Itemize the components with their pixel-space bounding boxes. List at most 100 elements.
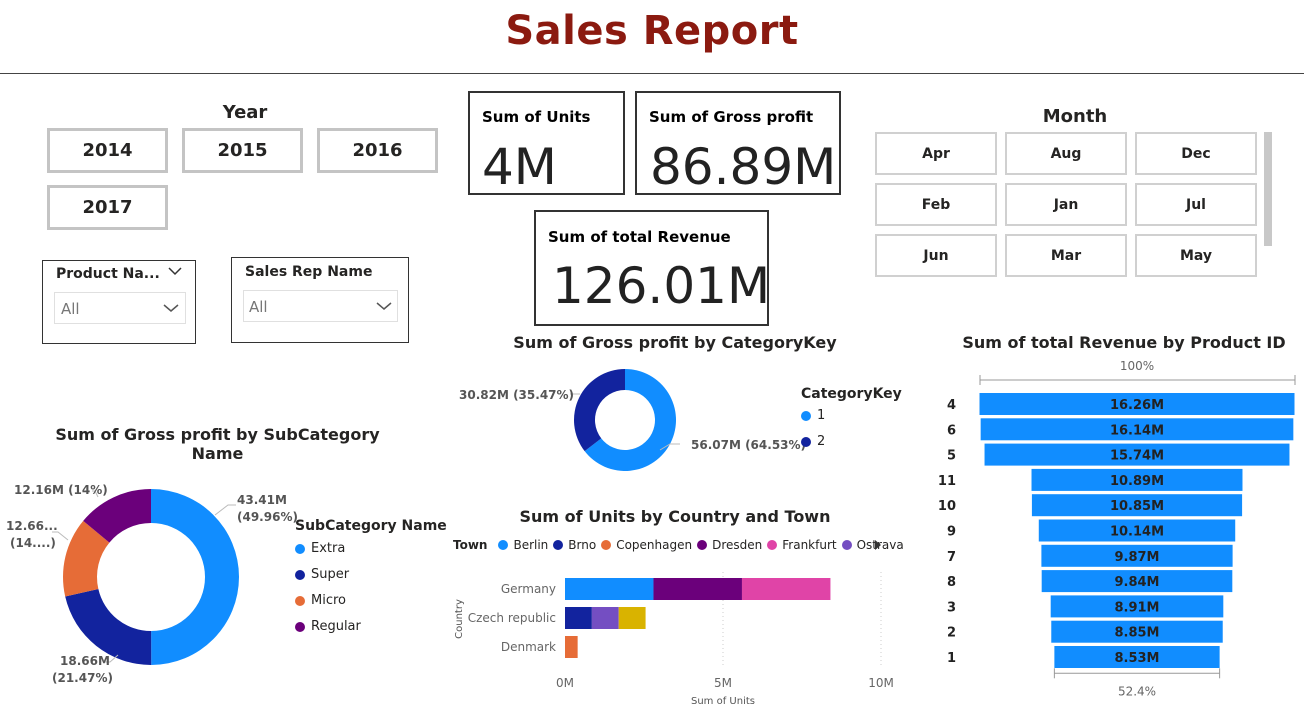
legend-dot: [601, 540, 612, 550]
funnel-category-label: 4: [947, 398, 956, 413]
year-button-2015[interactable]: 2015: [182, 128, 303, 173]
legend-dot: [295, 595, 305, 606]
product-name-select[interactable]: All: [54, 292, 186, 324]
month-button-jul[interactable]: Jul: [1135, 183, 1257, 226]
revenue-card-label: Sum of total Revenue: [548, 228, 731, 246]
month-slicer-title: Month: [1042, 106, 1108, 127]
legend-item[interactable]: 2: [801, 434, 825, 449]
bar-segment[interactable]: [565, 607, 592, 629]
units-card-value: 4M: [482, 138, 557, 196]
funnel-category-label: 2: [947, 626, 956, 641]
legend-next-arrow-icon[interactable]: [874, 540, 882, 550]
bar-segment[interactable]: [741, 578, 831, 600]
legend-dot: [553, 540, 564, 550]
legend-label[interactable]: Dresden: [712, 538, 762, 552]
revenue-card: Sum of total Revenue 126.01M: [534, 210, 771, 326]
funnel-bar-label: 10.14M: [1110, 525, 1164, 540]
sales-rep-select[interactable]: All: [243, 290, 398, 322]
town-legend: Town Berlin Brno Copenhagen Dresden Fran…: [453, 538, 904, 552]
chevron-down-icon: [376, 302, 392, 310]
categorykey-donut-chart: [570, 369, 680, 471]
product-name-label: Product Na...: [56, 266, 160, 282]
legend-dot: [841, 540, 852, 550]
month-slicer-scrollbar[interactable]: [1264, 132, 1272, 246]
data-label: (21.47%): [52, 671, 113, 685]
legend-dot: [767, 540, 778, 550]
revenue-product-chart-title: Sum of total Revenue by Product ID: [962, 333, 1286, 352]
legend-item[interactable]: Regular: [295, 619, 361, 634]
leader-line: [214, 504, 236, 516]
sales-rep-label: Sales Rep Name: [245, 264, 373, 280]
funnel-bar-label: 10.85M: [1110, 499, 1164, 514]
legend-label[interactable]: Frankfurt: [782, 538, 836, 552]
legend-item[interactable]: Super: [295, 567, 349, 582]
funnel-category-label: 9: [947, 525, 956, 540]
funnel-category-label: 7: [947, 550, 956, 565]
units-card-label: Sum of Units: [482, 108, 591, 126]
funnel-category-label: 8: [947, 575, 956, 590]
sales-rep-value: All: [249, 298, 268, 316]
funnel-bar-label: 16.26M: [1110, 398, 1164, 413]
donut-slice[interactable]: [151, 489, 239, 665]
funnel-bar-label: 8.85M: [1114, 626, 1159, 641]
legend-dot: [801, 410, 811, 421]
legend-item[interactable]: 1: [801, 408, 825, 423]
gross-profit-card: Sum of Gross profit 86.89M: [635, 91, 841, 196]
chevron-down-icon[interactable]: [168, 266, 182, 276]
y-tick-label: Denmark: [501, 640, 556, 654]
categorykey-chart-title: Sum of Gross profit by CategoryKey: [513, 333, 837, 352]
funnel-bar-label: 9.87M: [1114, 550, 1159, 565]
legend-dot: [295, 569, 305, 580]
month-button-jan[interactable]: Jan: [1005, 183, 1127, 226]
funnel-bottom-percent: 52.4%: [1118, 684, 1156, 698]
funnel-bar-label: 8.53M: [1114, 651, 1159, 666]
bar-segment[interactable]: [565, 636, 578, 658]
month-button-aug[interactable]: Aug: [1005, 132, 1127, 175]
bar-segment[interactable]: [565, 578, 654, 600]
legend-dot: [697, 540, 708, 550]
legend-label: Super: [311, 567, 350, 582]
month-button-dec[interactable]: Dec: [1135, 132, 1257, 175]
funnel-category-label: 6: [947, 423, 956, 438]
revenue-card-value: 126.01M: [552, 257, 771, 315]
units-country-chart-title: Sum of Units by Country and Town: [519, 507, 831, 526]
year-button-2014[interactable]: 2014: [47, 128, 168, 173]
legend-dot: [801, 436, 811, 447]
legend-item[interactable]: Extra: [295, 541, 345, 556]
funnel-bar-label: 8.91M: [1114, 600, 1159, 615]
legend-label[interactable]: Berlin: [513, 538, 548, 552]
revenue-product-funnel-chart: 100% 16.26M 4 16.14M 6 15.74M 5 10.89M 11 10.85M 1…: [938, 359, 1296, 698]
bar-segment[interactable]: [618, 607, 646, 629]
month-button-jun[interactable]: Jun: [875, 234, 997, 277]
data-label: 43.41M: [237, 493, 287, 507]
y-tick-label: Germany: [501, 582, 556, 596]
bar-segment[interactable]: [591, 607, 619, 629]
data-label: 30.82M (35.47%): [459, 388, 575, 402]
legend-label[interactable]: Copenhagen: [616, 538, 692, 552]
legend-label: 1: [817, 408, 826, 423]
x-tick-label: 0M: [556, 676, 574, 690]
year-button-2016[interactable]: 2016: [317, 128, 438, 173]
month-button-feb[interactable]: Feb: [875, 183, 997, 226]
month-button-mar[interactable]: Mar: [1005, 234, 1127, 277]
funnel-category-label: 10: [938, 499, 956, 514]
units-country-bar-chart: 0M 5M 10M Sum of Units Country Germany Czech r…: [454, 572, 894, 707]
y-axis-label: Country: [454, 599, 465, 639]
year-button-2017[interactable]: 2017: [47, 185, 168, 230]
month-button-may[interactable]: May: [1135, 234, 1257, 277]
legend-label[interactable]: Brno: [568, 538, 596, 552]
x-tick-label: 10M: [868, 676, 894, 690]
funnel-bar-label: 10.89M: [1110, 474, 1164, 489]
data-label: (14....): [10, 536, 56, 550]
donut-slice[interactable]: [574, 369, 625, 452]
funnel-category-label: 11: [938, 474, 956, 489]
legend-item[interactable]: Micro: [295, 593, 346, 608]
legend-label: 2: [817, 434, 826, 449]
year-slicer-title: Year: [222, 102, 268, 123]
legend-label: Micro: [311, 593, 346, 608]
bar-segment[interactable]: [653, 578, 742, 600]
chevron-down-icon: [163, 304, 179, 312]
page-title: Sales Report: [505, 8, 799, 54]
month-button-apr[interactable]: Apr: [875, 132, 997, 175]
funnel-category-label: 5: [947, 449, 956, 464]
